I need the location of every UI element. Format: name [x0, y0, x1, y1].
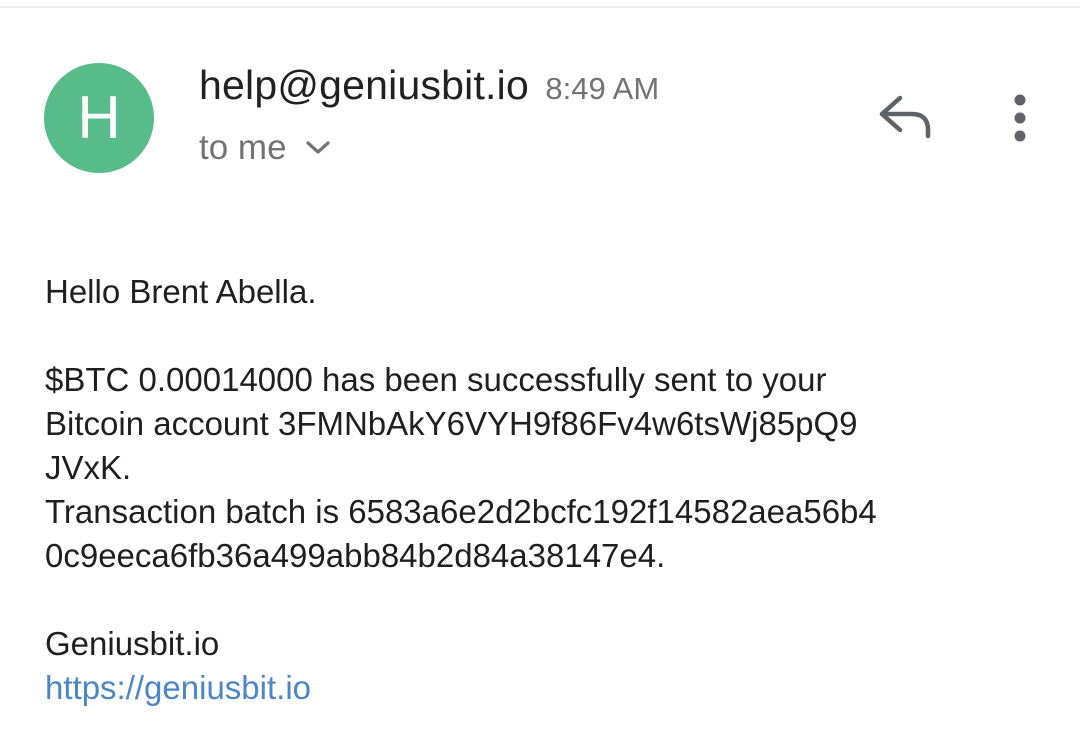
signature-text: Geniusbit.io [45, 625, 220, 662]
body-line-3: JVxK. [45, 449, 132, 486]
sender-avatar[interactable]: H [44, 63, 154, 173]
recipient-details-toggle[interactable]: to me [199, 128, 331, 168]
website-link[interactable]: https://geniusbit.io [45, 669, 311, 706]
body-line-4: Transaction batch is 6583a6e2d2bcfc192f1… [45, 493, 877, 530]
recipient-label: to me [199, 128, 287, 167]
more-vert-icon [1014, 94, 1026, 142]
sender-row: help@geniusbit.io 8:49 AM [199, 62, 659, 109]
sender-email[interactable]: help@geniusbit.io [199, 62, 529, 108]
message-time: 8:49 AM [545, 71, 660, 106]
body-line-2: Bitcoin account 3FMNbAkY6VYH9f86Fv4w6tsW… [45, 405, 858, 442]
body-line-1: $BTC 0.00014000 has been successfully se… [45, 361, 827, 398]
message-body: Hello Brent Abella. $BTC 0.00014000 has … [45, 270, 1055, 710]
body-line-5: 0c9eeca6fb36a499abb84b2d84a38147e4. [45, 537, 666, 574]
chevron-down-icon [305, 141, 330, 154]
greeting-text: Hello Brent Abella. [45, 273, 317, 310]
top-divider [0, 6, 1080, 8]
reply-icon [879, 95, 931, 139]
reply-button[interactable] [872, 92, 936, 146]
more-options-button[interactable] [1000, 92, 1040, 146]
